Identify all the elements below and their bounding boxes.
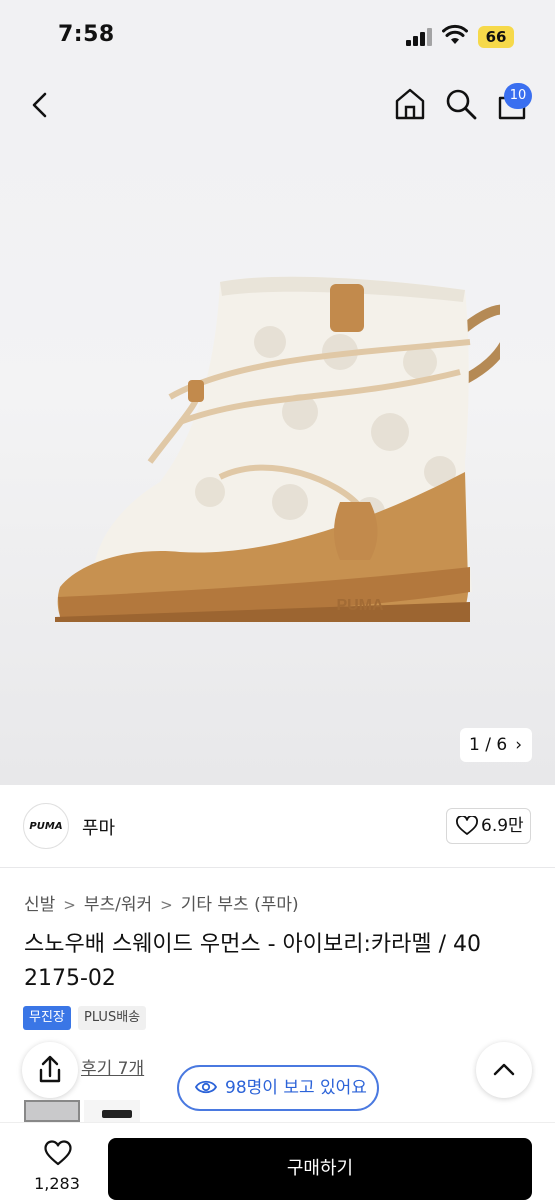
delivery-tag: 무진장 — [23, 1006, 71, 1030]
share-button[interactable] — [22, 1042, 78, 1098]
review-link[interactable]: 후기 7개 — [81, 1054, 144, 1079]
product-title: 스노우배 스웨이드 우먼스 - 아이보리:카라멜 / 40 2175-02 — [24, 932, 482, 991]
svg-text:PUMA: PUMA — [336, 597, 384, 614]
breadcrumb-item-2[interactable]: 부츠/워커 — [84, 895, 152, 915]
share-icon — [39, 1055, 61, 1083]
brand-logo[interactable]: PUMA — [23, 803, 69, 849]
search-icon[interactable] — [444, 87, 478, 121]
brand-row: PUMA 푸마 6.9만 — [0, 786, 555, 868]
chevron-up-icon — [493, 1063, 515, 1076]
viewers-text: 98명이 보고 있어요 — [225, 1078, 367, 1098]
buy-button[interactable]: 구매하기 — [108, 1138, 532, 1200]
chevron-right-icon: > — [160, 896, 173, 914]
wishlist-count: 1,283 — [34, 1174, 80, 1193]
battery-indicator: 66 — [478, 26, 514, 48]
review-thumbnail[interactable] — [84, 1100, 140, 1122]
viewers-badge: 98명이 보고 있어요 — [177, 1065, 379, 1111]
back-arrow-icon[interactable] — [26, 90, 56, 120]
image-counter-text: 1 / 6 — [469, 735, 508, 755]
brand-name[interactable]: 푸마 — [82, 814, 115, 840]
wifi-icon — [442, 24, 468, 44]
chevron-right-icon: > — [63, 896, 76, 914]
brand-like-button[interactable]: 6.9만 — [446, 808, 531, 844]
cart-count-badge: 10 — [504, 83, 532, 109]
heart-icon — [44, 1140, 72, 1166]
brand-like-count: 6.9만 — [481, 816, 524, 836]
wishlist-button[interactable]: 1,283 — [22, 1138, 92, 1196]
boot-image: PUMA — [55, 276, 500, 622]
plus-delivery-tag: PLUS배송 — [78, 1006, 147, 1030]
image-counter[interactable]: 1 / 6 › — [460, 728, 532, 762]
home-icon[interactable] — [393, 86, 427, 122]
status-time: 7:58 — [58, 22, 115, 47]
review-thumbnail[interactable] — [24, 1100, 80, 1122]
breadcrumb: 신발 > 부츠/워커 > 기타 부츠 (푸마) — [24, 890, 299, 915]
breadcrumb-item-3[interactable]: 기타 부츠 (푸마) — [181, 895, 299, 915]
scroll-top-button[interactable] — [476, 1042, 532, 1098]
product-image[interactable]: PUMA — [0, 142, 555, 785]
eye-icon — [195, 1080, 217, 1094]
status-bar: 7:58 66 — [0, 0, 555, 72]
chevron-right-icon: › — [515, 735, 522, 755]
breadcrumb-item-1[interactable]: 신발 — [24, 895, 55, 915]
heart-icon — [456, 816, 478, 835]
signal-icon — [406, 28, 432, 46]
